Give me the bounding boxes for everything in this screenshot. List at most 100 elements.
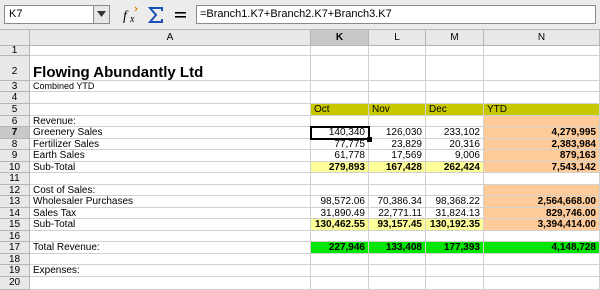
cell-k13[interactable]: 98,572.06 — [311, 196, 369, 208]
company-title[interactable]: Flowing Abundantly Ltd — [30, 56, 311, 81]
cell-n6[interactable] — [484, 116, 600, 127]
revenue-label[interactable]: Revenue: — [30, 116, 311, 127]
cell-k2[interactable] — [311, 56, 369, 81]
cell-n20[interactable] — [484, 277, 600, 290]
chevron-down-icon[interactable] — [93, 6, 109, 23]
cell-l12[interactable] — [369, 185, 426, 196]
row-header-4[interactable]: 4 — [0, 92, 30, 104]
column-header-n[interactable]: N — [484, 30, 600, 46]
cell-m17[interactable]: 177,393 — [426, 242, 484, 254]
row-label[interactable]: Fertilizer Sales — [30, 139, 311, 150]
cell-m11[interactable] — [426, 173, 484, 185]
cell-k16[interactable] — [311, 231, 369, 242]
cell-l15[interactable]: 93,157.45 — [369, 219, 426, 231]
row-header-20[interactable]: 20 — [0, 277, 30, 290]
column-header-l[interactable]: L — [369, 30, 426, 46]
header-nov[interactable]: Nov — [369, 104, 426, 116]
sheet-subtitle[interactable]: Combined YTD — [30, 81, 311, 92]
row-header-7[interactable]: 7 — [0, 127, 30, 139]
cell-n7[interactable]: 4,279,995 — [484, 127, 600, 139]
cell-l1[interactable] — [369, 46, 426, 56]
cell-l18[interactable] — [369, 254, 426, 265]
cell-k4[interactable] — [311, 92, 369, 104]
cell-k17[interactable]: 227,946 — [311, 242, 369, 254]
cell-l9[interactable]: 17,569 — [369, 150, 426, 162]
cell-n3[interactable] — [484, 81, 600, 92]
cell-n4[interactable] — [484, 92, 600, 104]
cell-l19[interactable] — [369, 265, 426, 277]
cell-k10[interactable]: 279,893 — [311, 162, 369, 173]
cell-m13[interactable]: 98,368.22 — [426, 196, 484, 208]
equals-icon[interactable] — [170, 5, 192, 25]
cell-a18[interactable] — [30, 254, 311, 265]
row-label[interactable]: Greenery Sales — [30, 127, 311, 139]
cell-k20[interactable] — [311, 277, 369, 290]
row-header-10[interactable]: 10 — [0, 162, 30, 173]
cell-n10[interactable]: 7,543,142 — [484, 162, 600, 173]
cell-l20[interactable] — [369, 277, 426, 290]
formula-input[interactable]: =Branch1.K7+Branch2.K7+Branch3.K7 — [196, 5, 596, 24]
cell-m2[interactable] — [426, 56, 484, 81]
cost-subtotal-label[interactable]: Sub-Total — [30, 219, 311, 231]
cell-k8[interactable]: 77,775 — [311, 139, 369, 150]
cell-m7[interactable]: 233,102 — [426, 127, 484, 139]
cell-a11[interactable] — [30, 173, 311, 185]
cell-m6[interactable] — [426, 116, 484, 127]
cell-m10[interactable]: 262,424 — [426, 162, 484, 173]
cell-n2[interactable] — [484, 56, 600, 81]
column-header-m[interactable]: M — [426, 30, 484, 46]
cell-l14[interactable]: 22,771.11 — [369, 208, 426, 219]
cell-m18[interactable] — [426, 254, 484, 265]
row-header-11[interactable]: 11 — [0, 173, 30, 185]
cell-l11[interactable] — [369, 173, 426, 185]
row-header-1[interactable]: 1 — [0, 46, 30, 56]
cost-of-sales-label[interactable]: Cost of Sales: — [30, 185, 311, 196]
cell-m9[interactable]: 9,006 — [426, 150, 484, 162]
cell-l7[interactable]: 126,030 — [369, 127, 426, 139]
cell-k12[interactable] — [311, 185, 369, 196]
header-ytd[interactable]: YTD — [484, 104, 600, 116]
cell-a20[interactable] — [30, 277, 311, 290]
cell-l13[interactable]: 70,386.34 — [369, 196, 426, 208]
header-dec[interactable]: Dec — [426, 104, 484, 116]
cell-l4[interactable] — [369, 92, 426, 104]
row-header-14[interactable]: 14 — [0, 208, 30, 219]
cell-l3[interactable] — [369, 81, 426, 92]
row-header-15[interactable]: 15 — [0, 219, 30, 231]
cell-m1[interactable] — [426, 46, 484, 56]
row-label[interactable]: Wholesaler Purchases — [30, 196, 311, 208]
cell-n9[interactable]: 879,163 — [484, 150, 600, 162]
cell-l6[interactable] — [369, 116, 426, 127]
cell-a4[interactable] — [30, 92, 311, 104]
row-header-16[interactable]: 16 — [0, 231, 30, 242]
cell-k9[interactable]: 61,778 — [311, 150, 369, 162]
cell-n12[interactable] — [484, 185, 600, 196]
row-header-5[interactable]: 5 — [0, 104, 30, 116]
cell-m8[interactable]: 20,316 — [426, 139, 484, 150]
cell-k7[interactable]: 140,340 — [311, 127, 369, 139]
cell-l10[interactable]: 167,428 — [369, 162, 426, 173]
row-header-17[interactable]: 17 — [0, 242, 30, 254]
row-header-3[interactable]: 3 — [0, 81, 30, 92]
cell-k1[interactable] — [311, 46, 369, 56]
cell-n17[interactable]: 4,148,728 — [484, 242, 600, 254]
cell-m14[interactable]: 31,824.13 — [426, 208, 484, 219]
cell-n11[interactable] — [484, 173, 600, 185]
cell-k18[interactable] — [311, 254, 369, 265]
cell-m12[interactable] — [426, 185, 484, 196]
row-header-2[interactable]: 2 — [0, 56, 30, 81]
column-header-k[interactable]: K — [311, 30, 369, 46]
cell-n1[interactable] — [484, 46, 600, 56]
cell-m3[interactable] — [426, 81, 484, 92]
cell-n13[interactable]: 2,564,668.00 — [484, 196, 600, 208]
row-header-18[interactable]: 18 — [0, 254, 30, 265]
cell-n16[interactable] — [484, 231, 600, 242]
cell-l2[interactable] — [369, 56, 426, 81]
total-revenue-label[interactable]: Total Revenue: — [30, 242, 311, 254]
select-all-corner[interactable] — [0, 30, 30, 46]
header-oct[interactable]: Oct — [311, 104, 369, 116]
cell-m4[interactable] — [426, 92, 484, 104]
cell-l17[interactable]: 133,408 — [369, 242, 426, 254]
cell-k15[interactable]: 130,462.55 — [311, 219, 369, 231]
cell-k19[interactable] — [311, 265, 369, 277]
